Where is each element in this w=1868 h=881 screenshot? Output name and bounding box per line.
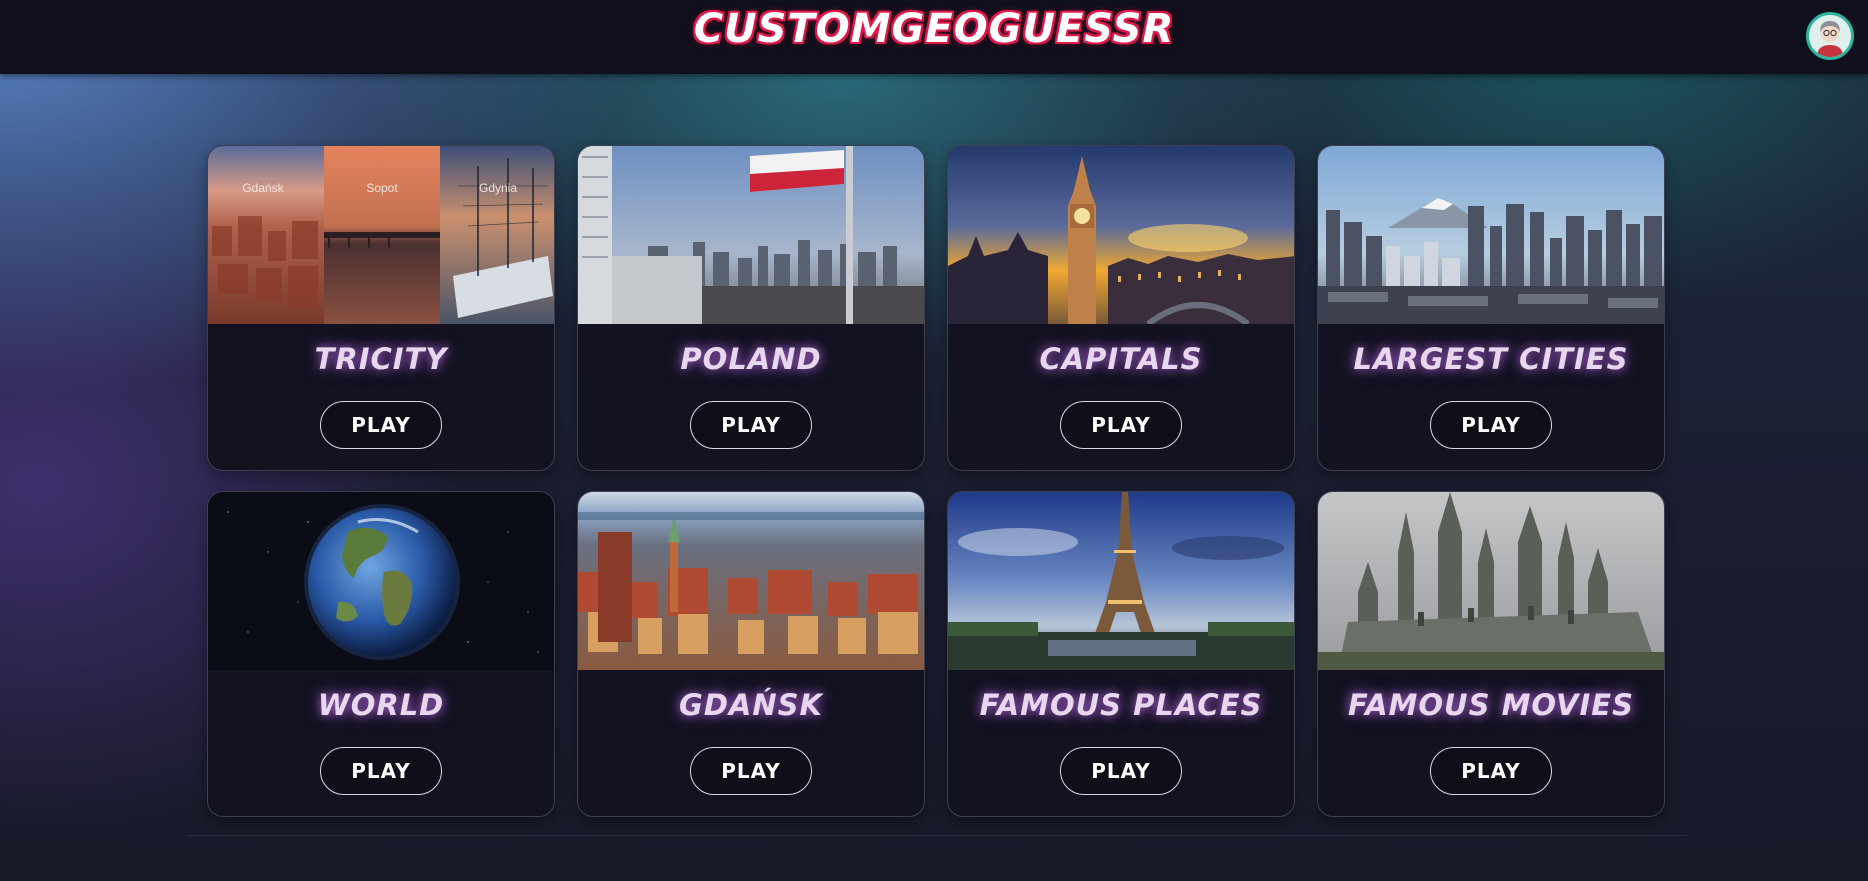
tricity-label-sopot: Sopot (366, 181, 398, 195)
card-capitals: CAPITALS PLAY (947, 145, 1295, 471)
card-world: WORLD PLAY (207, 491, 555, 817)
play-button[interactable]: PLAY (690, 401, 812, 449)
play-button[interactable]: PLAY (690, 747, 812, 795)
play-button[interactable]: PLAY (1060, 401, 1182, 449)
card-title: GDAŃSK (679, 688, 823, 722)
tricity-label-gdynia: Gdynia (479, 181, 517, 195)
card-poland: POLAND PLAY (577, 145, 925, 471)
user-avatar-icon[interactable] (1806, 12, 1854, 60)
tricity-label-gdansk: Gdańsk (242, 181, 284, 195)
card-gdansk: GDAŃSK PLAY (577, 491, 925, 817)
play-button[interactable]: PLAY (320, 747, 442, 795)
tokyo-skyline-image (1318, 146, 1664, 324)
play-button[interactable]: PLAY (320, 401, 442, 449)
card-title: POLAND (680, 342, 822, 376)
game-mode-grid: Gdańsk Sopot Gdynia TRICITY PLAY POLAND … (207, 145, 1665, 817)
play-button[interactable]: PLAY (1430, 747, 1552, 795)
tricity-collage-image: Gdańsk Sopot Gdynia (208, 146, 554, 324)
card-famous-movies: FAMOUS MOVIES PLAY (1317, 491, 1665, 817)
card-title: CAPITALS (1039, 342, 1203, 376)
card-title: FAMOUS MOVIES (1348, 688, 1634, 722)
eiffel-tower-image (948, 492, 1294, 670)
card-famous-places: FAMOUS PLACES PLAY (947, 491, 1295, 817)
gdansk-old-town-image (578, 492, 924, 670)
footer-divider (187, 835, 1687, 836)
card-title: FAMOUS PLACES (979, 688, 1263, 722)
play-button[interactable]: PLAY (1430, 401, 1552, 449)
card-tricity: Gdańsk Sopot Gdynia TRICITY PLAY (207, 145, 555, 471)
earth-image (208, 492, 554, 670)
play-button[interactable]: PLAY (1060, 747, 1182, 795)
top-bar: CUSTOMGEOGUESSR (0, 0, 1868, 74)
app-logo[interactable]: CUSTOMGEOGUESSR (0, 6, 1868, 52)
card-largest-cities: LARGEST CITIES PLAY (1317, 145, 1665, 471)
card-title: LARGEST CITIES (1353, 342, 1629, 376)
card-title: TRICITY (314, 342, 448, 376)
big-ben-image (948, 146, 1294, 324)
card-title: WORLD (317, 688, 445, 722)
castle-spires-image (1318, 492, 1664, 670)
warsaw-skyline-image (578, 146, 924, 324)
